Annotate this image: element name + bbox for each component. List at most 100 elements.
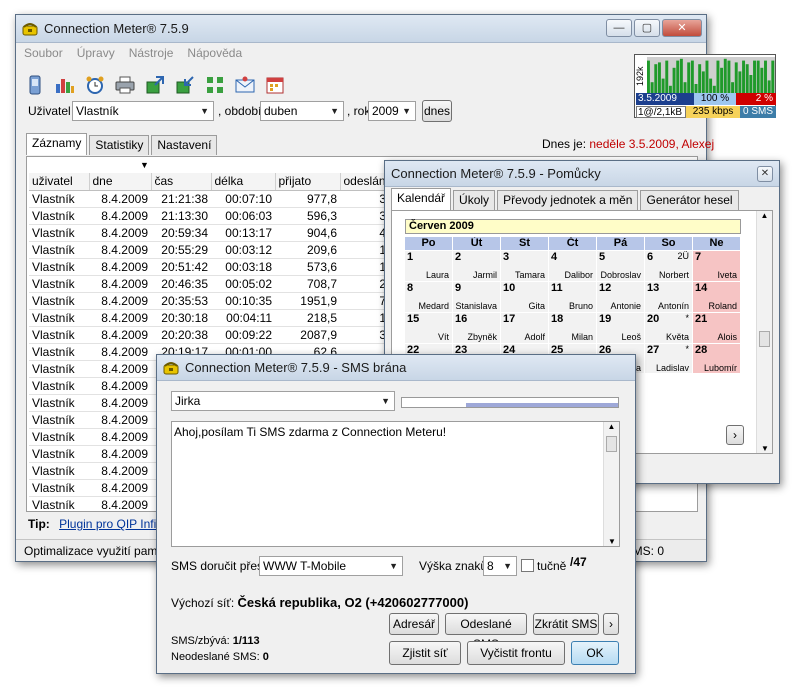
print-button[interactable] [112, 72, 138, 98]
message-scrollbar[interactable]: ▲ ▼ [603, 422, 619, 546]
calendar-day[interactable]: 4 Dalibor [549, 251, 597, 282]
calendar-day[interactable]: 14 Roland [693, 282, 741, 313]
height-select[interactable]: 8 ▼ [483, 556, 517, 576]
table-cell: 977,8 [275, 190, 340, 208]
meter-bar [676, 60, 680, 93]
col-sent[interactable]: odeslán [340, 173, 390, 191]
message-area[interactable]: Ahoj,posílam Ti SMS zdarma z Connection … [171, 421, 620, 547]
table-row[interactable]: Vlastník 8.4.2009 21:21:38 00:07:10 977,8 3 [29, 190, 390, 208]
main-titlebar[interactable]: Connection Meter® 7.5.9 [16, 15, 706, 43]
ok-button[interactable]: OK [571, 641, 619, 665]
shorten-sms-button[interactable]: Zkrátit SMS [533, 613, 599, 635]
calendar-day[interactable]: 11 Bruno [549, 282, 597, 313]
col-duration[interactable]: délka [211, 173, 276, 191]
deliver-select[interactable]: WWW T-Mobile ▼ [259, 556, 403, 576]
more-button[interactable]: › [603, 613, 619, 635]
import-button[interactable] [172, 72, 198, 98]
col-received[interactable]: přijato [275, 173, 341, 191]
sms-titlebar[interactable]: Connection Meter® 7.5.9 - SMS brána [157, 355, 635, 381]
calendar-day[interactable]: 27 Ladislav * [645, 344, 693, 373]
scroll-up-icon[interactable]: ▲ [757, 211, 772, 220]
export-button[interactable] [142, 72, 168, 98]
calendar-day[interactable]: 8 Medard [405, 282, 453, 313]
table-row[interactable]: Vlastník 8.4.2009 20:35:53 00:10:35 1951,9 7 [29, 292, 390, 310]
tab-kalendar[interactable]: Kalendář [391, 188, 452, 210]
table-cell: 8.4.2009 [89, 479, 151, 497]
calendar-day[interactable]: 21 Alois [693, 313, 741, 344]
tab-statistiky[interactable]: Statistiky [89, 135, 150, 155]
menu-upravy[interactable]: Úpravy [77, 43, 115, 63]
sms-button[interactable] [232, 72, 258, 98]
calendar-day[interactable]: 18 Milan [549, 313, 597, 344]
calendar-day[interactable]: 20 Květa * [645, 313, 693, 344]
tab-prevody[interactable]: Převody jednotek a měn [497, 190, 639, 210]
period-select[interactable]: duben ▼ [260, 101, 344, 121]
table-row[interactable]: Vlastník 8.4.2009 20:46:35 00:05:02 708,7 2 [29, 275, 390, 293]
calendar-day[interactable]: 19 Leoš [597, 313, 645, 344]
minimize-button[interactable]: — [606, 19, 632, 37]
table-row[interactable]: Vlastník 8.4.2009 20:30:18 00:04:11 218,5 1 [29, 309, 390, 327]
sent-sms-button[interactable]: Odeslané SMS [445, 613, 527, 651]
menu-soubor[interactable]: Soubor [24, 43, 63, 63]
table-cell: Vlastník [29, 207, 89, 225]
tab-generator-hesel[interactable]: Generátor hesel [640, 190, 739, 210]
tab-zaznamy[interactable]: Záznamy [26, 133, 88, 155]
clear-queue-button[interactable]: Vyčistit frontu [467, 641, 565, 665]
col-date[interactable]: dne [89, 173, 152, 191]
calendar-day[interactable]: 10 Gita [501, 282, 549, 313]
user-label: Uživatel [28, 104, 71, 118]
table-cell: Vlastník [29, 411, 89, 429]
scroll-down-icon[interactable]: ▼ [757, 444, 773, 453]
detect-network-button[interactable]: Zjistit síť [389, 641, 461, 665]
meter-bar [756, 60, 760, 93]
menu-nastroje[interactable]: Nástroje [129, 43, 174, 63]
user-select[interactable]: Vlastník ▼ [72, 101, 214, 121]
calendar-day[interactable]: 13 Antonín [645, 282, 693, 313]
table-row[interactable]: Vlastník 8.4.2009 20:20:38 00:09:22 2087,9 3 [29, 326, 390, 344]
table-row[interactable]: Vlastník 8.4.2009 20:55:29 00:03:12 209,6 1 [29, 241, 390, 259]
calendar-day[interactable]: 9 Stanislava [453, 282, 501, 313]
calendar-day[interactable]: 16 Zbyněk [453, 313, 501, 344]
meter-bar [705, 60, 709, 93]
table-row[interactable]: Vlastník 8.4.2009 21:13:30 00:06:03 596,3 3 [29, 207, 390, 225]
tools-close-button[interactable]: ✕ [757, 166, 773, 182]
calendar-day[interactable]: 12 Antonie [597, 282, 645, 313]
close-button[interactable]: ✕ [662, 19, 702, 37]
calendar-scrollbar[interactable]: ▲ ▼ [756, 211, 772, 453]
calendar-button[interactable] [262, 72, 288, 98]
calendar-day[interactable]: 6 Norbert 2Ü [645, 251, 693, 282]
calendar-day[interactable]: 15 Vít [405, 313, 453, 344]
tab-ukoly[interactable]: Úkoly [453, 190, 496, 210]
today-button[interactable]: dnes [422, 100, 452, 122]
menu-napoveda[interactable]: Nápověda [187, 43, 242, 63]
calendar-next-button[interactable]: › [726, 425, 744, 445]
statistics-button[interactable] [52, 72, 78, 98]
calendar-day[interactable]: 1 Laura [405, 251, 453, 282]
col-user[interactable]: uživatel [29, 173, 90, 191]
scroll-thumb[interactable] [759, 331, 770, 347]
bold-checkbox[interactable] [521, 559, 534, 572]
scroll-thumb[interactable] [606, 436, 617, 452]
scroll-up-icon[interactable]: ▲ [604, 422, 619, 431]
col-time[interactable]: čas [151, 173, 212, 191]
table-row[interactable]: Vlastník 8.4.2009 20:59:34 00:13:17 904,6 4 [29, 224, 390, 242]
alarm-button[interactable] [82, 72, 108, 98]
calendar-day-number: 6 [647, 251, 654, 263]
network-button[interactable] [202, 72, 228, 98]
tab-nastaveni[interactable]: Nastavení [151, 135, 218, 155]
scroll-down-icon[interactable]: ▼ [604, 537, 620, 546]
calendar-day[interactable]: 7 Iveta [693, 251, 741, 282]
recipient-select[interactable]: Jirka ▼ [171, 391, 395, 411]
table-row[interactable]: Vlastník 8.4.2009 20:51:42 00:03:18 573,6 1 [29, 258, 390, 276]
calendar-day[interactable]: 28 Lubomír [693, 344, 741, 373]
meter-widget[interactable]: 192k 3.5.2009 100 % 2 % 1@/2,1kB 235 kbp… [634, 54, 776, 118]
calendar-day[interactable]: 17 Adolf [501, 313, 549, 344]
phone-handset-button[interactable] [22, 72, 48, 98]
maximize-button[interactable]: ▢ [634, 19, 660, 37]
calendar-day[interactable]: 2 Jarmil [453, 251, 501, 282]
calendar-day[interactable]: 3 Tamara [501, 251, 549, 282]
calendar-day[interactable]: 5 Dobroslav [597, 251, 645, 282]
tools-titlebar[interactable]: Connection Meter® 7.5.9 - Pomůcky [385, 161, 779, 187]
addressbook-button[interactable]: Adresář [389, 613, 439, 635]
year-select[interactable]: 2009 ▼ [368, 101, 416, 121]
